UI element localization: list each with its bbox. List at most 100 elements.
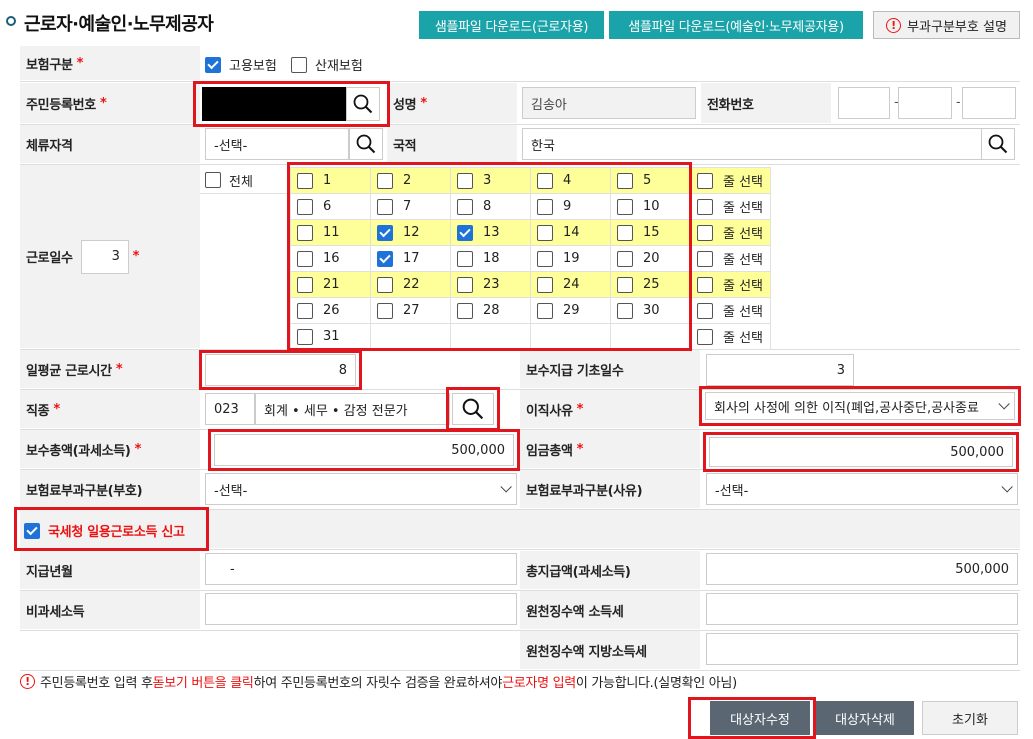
pay-month-input[interactable]: - <box>205 553 517 585</box>
modify-target-button[interactable]: 대상자수정 <box>710 701 810 735</box>
workdays-label: 근로일수 <box>26 251 73 266</box>
day-grid-highlight <box>287 162 692 351</box>
row-select-checkbox[interactable] <box>697 328 713 345</box>
phone-input-1[interactable] <box>838 87 890 119</box>
leave-reason-value: 회사의 사정에 의한 이직(폐업,공사중단,공사종료 <box>714 400 979 416</box>
insurance-accident-option[interactable]: 산재보험 <box>291 55 363 74</box>
accident-insurance-checkbox[interactable] <box>291 56 307 73</box>
row-select-checkbox[interactable] <box>697 224 713 241</box>
title-bullet-icon <box>6 16 16 26</box>
chevron-down-icon <box>500 481 512 493</box>
rrn-label: 주민등록번호 * <box>20 83 200 123</box>
base-days-label: 보수지급 기초일수 <box>520 350 700 388</box>
notice-highlight-2: 근로자명 입력 <box>502 676 576 691</box>
day-all-checkbox[interactable] <box>205 172 221 188</box>
rrn-input[interactable] <box>202 87 346 121</box>
employment-insurance-checkbox[interactable] <box>205 56 221 73</box>
row-select-option[interactable]: 줄 선택 <box>697 327 770 346</box>
row-select-option[interactable]: 줄 선택 <box>697 197 770 216</box>
rrn-search-button[interactable] <box>346 87 380 121</box>
day-all-spacer <box>200 193 290 348</box>
row-divider <box>20 81 1020 82</box>
row-select-cell: 줄 선택 <box>690 193 771 220</box>
warning-icon: ! <box>20 674 35 689</box>
total-pay-input[interactable]: 500,000 <box>214 434 514 466</box>
job-code-input[interactable]: 023 <box>205 393 255 425</box>
reset-button[interactable]: 초기화 <box>922 701 1018 735</box>
local-tax-input[interactable] <box>706 633 1018 665</box>
row-select-cell: 줄 선택 <box>690 297 771 324</box>
row-select-checkbox[interactable] <box>697 276 713 293</box>
row-select-checkbox[interactable] <box>697 302 713 319</box>
premium-reason-label: 보험료부과구분(사유) <box>520 470 700 508</box>
premium-code-value: -선택- <box>214 483 248 499</box>
phone-input-2[interactable] <box>898 87 952 119</box>
page-title: 근로자·예술인·노무제공자 <box>24 14 214 35</box>
employment-insurance-label: 고용보험 <box>229 59 277 74</box>
chevron-down-icon <box>1001 481 1013 493</box>
nontax-input[interactable] <box>205 593 517 625</box>
job-name-input[interactable]: 회계 • 세무 • 감정 전문가 <box>255 393 450 425</box>
workdays-label-cell: 근로일수 3 * <box>20 165 200 348</box>
job-search-button[interactable] <box>452 393 494 425</box>
nontax-label: 비과세소득 <box>20 591 200 629</box>
row-select-option[interactable]: 줄 선택 <box>697 301 770 320</box>
row-select-option[interactable]: 줄 선택 <box>697 171 770 190</box>
residence-label: 체류자격 <box>20 125 200 163</box>
total-wage-input[interactable]: 500,000 <box>709 437 1013 467</box>
help-label: 부과구분부호 설명 <box>907 19 1007 35</box>
name-input[interactable]: 김송아 <box>522 87 696 119</box>
total-pay-label: 보수총액(과세소득) * <box>20 430 200 468</box>
row-select-checkbox[interactable] <box>697 250 713 267</box>
row-select-label: 줄 선택 <box>723 227 764 242</box>
row-select-option[interactable]: 줄 선택 <box>697 249 770 268</box>
leave-reason-label: 이직사유 * <box>520 390 700 428</box>
pay-month-label: 지급년월 <box>20 551 200 589</box>
nts-report-option[interactable]: 국세청 일용근로소득 신고 <box>24 521 185 540</box>
phone-input-3[interactable] <box>962 87 1016 119</box>
avg-hours-input[interactable]: 8 <box>205 354 356 386</box>
sample-download-worker-button[interactable]: 샘플파일 다운로드(근로자용) <box>419 11 604 39</box>
row-select-cell: 줄 선택 <box>690 323 771 350</box>
leave-reason-select[interactable]: 회사의 사정에 의한 이직(폐업,공사중단,공사종료 <box>705 392 1015 420</box>
nts-report-checkbox[interactable] <box>24 522 40 539</box>
row-select-cell: 줄 선택 <box>690 245 771 272</box>
search-icon <box>462 398 484 420</box>
premium-code-help-button[interactable]: ! 부과구분부호 설명 <box>873 11 1020 39</box>
row-divider <box>20 670 1020 671</box>
search-icon <box>988 134 1008 154</box>
row-divider <box>20 630 1020 631</box>
residence-search-button[interactable] <box>349 128 383 160</box>
notice-highlight-1: 돋보기 버튼을 클릭 <box>152 676 254 691</box>
row-select-option[interactable]: 줄 선택 <box>697 275 770 294</box>
row-select-label: 줄 선택 <box>723 201 764 216</box>
total-payment-input[interactable]: 500,000 <box>706 553 1018 585</box>
row-select-label: 줄 선택 <box>723 279 764 294</box>
premium-reason-select[interactable]: -선택- <box>706 473 1018 505</box>
day-all-option[interactable]: 전체 <box>200 167 290 193</box>
premium-code-label: 보험료부과구분(부호) <box>20 470 200 508</box>
nationality-input[interactable]: 한국 <box>522 128 982 160</box>
sample-download-artist-button[interactable]: 샘플파일 다운로드(예술인·노무제공자용) <box>609 11 863 39</box>
job-label: 직종 * <box>20 390 200 428</box>
insurance-employment-option[interactable]: 고용보험 <box>205 55 277 74</box>
row-select-cell: 줄 선택 <box>690 271 771 298</box>
row-select-cell: 줄 선택 <box>690 167 771 194</box>
row-select-label: 줄 선택 <box>723 253 764 268</box>
search-icon <box>353 94 373 114</box>
row-select-option[interactable]: 줄 선택 <box>697 223 770 242</box>
nationality-search-button[interactable] <box>981 128 1015 160</box>
premium-code-select[interactable]: -선택- <box>205 473 517 505</box>
insurance-type-label: 보험구분 * <box>20 46 200 80</box>
row-select-checkbox[interactable] <box>697 172 713 189</box>
premium-reason-value: -선택- <box>715 483 749 499</box>
nationality-label: 국적 <box>387 125 517 163</box>
residence-input[interactable]: -선택- <box>205 128 349 160</box>
avg-hours-label: 일평균 근로시간 * <box>20 350 200 388</box>
row-select-checkbox[interactable] <box>697 198 713 215</box>
delete-target-button[interactable]: 대상자삭제 <box>816 701 914 735</box>
workdays-input[interactable]: 3 <box>80 239 129 274</box>
row-select-label: 줄 선택 <box>723 331 764 346</box>
income-tax-input[interactable] <box>706 593 1018 625</box>
base-days-input[interactable]: 3 <box>706 354 854 386</box>
